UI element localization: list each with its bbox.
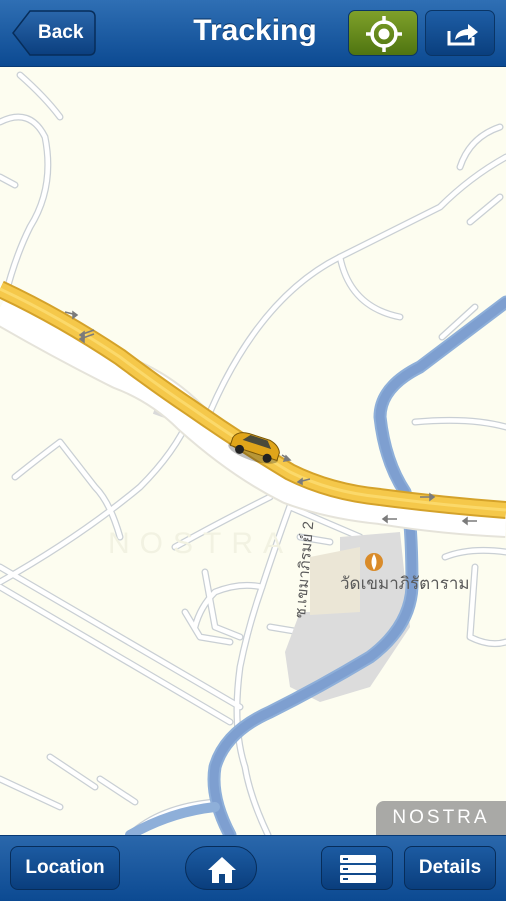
tracking-screen: Back Tracking NOSTRA วัดเขมาภิรัตาราม ซ.… bbox=[0, 0, 506, 901]
location-button[interactable]: Location bbox=[10, 846, 120, 890]
share-icon bbox=[447, 24, 478, 46]
list-icon bbox=[340, 855, 376, 883]
map-watermark: NOSTRA bbox=[108, 527, 294, 560]
menu-button[interactable] bbox=[321, 846, 393, 890]
map-provider-logo: NOSTRA bbox=[376, 801, 506, 835]
share-button[interactable] bbox=[425, 10, 495, 56]
locate-button[interactable] bbox=[348, 10, 418, 56]
details-button[interactable]: Details bbox=[404, 846, 496, 890]
map-view[interactable]: NOSTRA วัดเขมาภิรัตาราม ซ.เขมาภิรมย์ 2 N… bbox=[0, 67, 506, 835]
crosshair-icon bbox=[366, 16, 402, 52]
page-title: Tracking bbox=[193, 14, 317, 47]
map-canvas bbox=[0, 71, 506, 835]
back-button[interactable]: Back bbox=[12, 10, 96, 56]
home-icon bbox=[208, 857, 236, 883]
home-button[interactable] bbox=[185, 846, 257, 890]
back-label: Back bbox=[38, 22, 84, 43]
top-bar: Back Tracking bbox=[0, 0, 506, 67]
temple-icon[interactable] bbox=[365, 553, 383, 571]
bottom-toolbar: Location Details bbox=[0, 835, 506, 901]
place-label: วัดเขมาภิรัตาราม bbox=[340, 574, 470, 593]
